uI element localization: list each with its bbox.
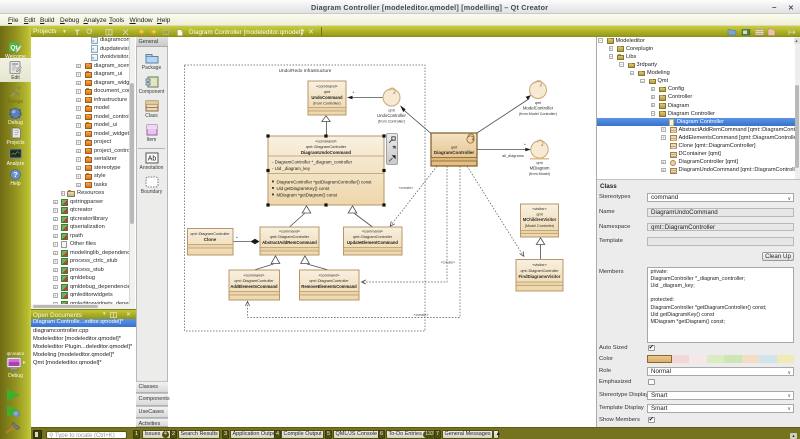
svg-text:FindDiagramsVisitor: FindDiagramsVisitor xyxy=(519,274,561,279)
svg-text:Clone: Clone xyxy=(204,237,217,242)
svg-text:(from Controller): (from Controller) xyxy=(313,102,341,106)
svg-text:(from Controller): (from Controller) xyxy=(378,120,405,124)
svg-text:qmt::DiagramController: qmt::DiagramController xyxy=(520,269,559,273)
svg-text:qmt: qmt xyxy=(536,213,543,217)
svg-text:(from Model Controller): (from Model Controller) xyxy=(519,112,557,116)
svg-text:ModelController: ModelController xyxy=(523,106,554,111)
svg-text:*: * xyxy=(353,91,355,96)
svg-text:- DiagramController *_diagram_: - DiagramController *_diagram_controller xyxy=(272,160,353,165)
svg-text:«command»: «command» xyxy=(244,274,265,278)
svg-text:qmt::DiagramController: qmt::DiagramController xyxy=(234,279,274,283)
svg-text:«command»: «command» xyxy=(362,230,383,234)
svg-text:qmt: qmt xyxy=(451,145,458,150)
svg-text:qmt: qmt xyxy=(324,89,331,94)
svg-text:qmt: qmt xyxy=(535,101,542,105)
svg-text:«command»: «command» xyxy=(315,139,336,144)
svg-text:AbstractAddRemCommand: AbstractAddRemCommand xyxy=(262,240,317,245)
svg-text:qmt: qmt xyxy=(388,109,395,113)
svg-text:UndoCommand: UndoCommand xyxy=(311,95,343,100)
svg-text:AddElementsCommand: AddElementsCommand xyxy=(230,284,278,289)
svg-text:qmt::DiagramController: qmt::DiagramController xyxy=(306,144,347,149)
svg-text:«command»: «command» xyxy=(319,274,340,278)
svg-text:(Model Controller): (Model Controller) xyxy=(525,224,555,228)
svg-text:DiagramController *getDiagramC: DiagramController *getDiagramController(… xyxy=(277,180,373,185)
svg-text:DiagramController: DiagramController xyxy=(434,150,475,155)
svg-text:qmt::DiagramController: qmt::DiagramController xyxy=(270,235,310,239)
svg-text:RemoveElementsCommand: RemoveElementsCommand xyxy=(301,284,357,289)
svg-text:*: * xyxy=(236,236,238,241)
svg-text:all_diagrams: all_diagrams xyxy=(502,154,524,158)
svg-text:UpdateElementCommand: UpdateElementCommand xyxy=(347,240,398,245)
svg-text:«create»: «create» xyxy=(399,186,414,190)
svg-text:«command»: «command» xyxy=(279,230,300,234)
svg-text:MDiagram *getDiagram() const: MDiagram *getDiagram() const xyxy=(277,193,338,198)
svg-text:«visitor»: «visitor» xyxy=(532,207,546,211)
svg-text:MDiagram: MDiagram xyxy=(530,166,550,171)
svg-text:qmt::DiagramController: qmt::DiagramController xyxy=(353,235,393,239)
svg-text:qmt: qmt xyxy=(536,161,543,165)
svg-text:- Uid _diagram_key: - Uid _diagram_key xyxy=(272,166,311,171)
svg-text:Uid getDiagramKey() const: Uid getDiagramKey() const xyxy=(277,186,330,191)
svg-text:DiagramUndoCommand: DiagramUndoCommand xyxy=(301,150,352,155)
svg-text:MChildrenVisitor: MChildrenVisitor xyxy=(523,217,557,222)
svg-text:*: * xyxy=(524,143,526,148)
svg-text:«create»: «create» xyxy=(441,261,456,265)
svg-text:«command»: «command» xyxy=(316,84,337,89)
svg-text:(from Model): (from Model) xyxy=(529,172,550,176)
svg-text:«visitor»: «visitor» xyxy=(532,263,546,267)
svg-text:UndoController: UndoController xyxy=(377,113,406,118)
svg-text:qmt::DiagramController: qmt::DiagramController xyxy=(309,279,349,283)
svg-text:Undo/Redo Infrastructure: Undo/Redo Infrastructure xyxy=(279,68,332,73)
svg-text:qmt::DiagramController: qmt::DiagramController xyxy=(190,232,230,236)
svg-text:«create»: «create» xyxy=(414,313,429,317)
